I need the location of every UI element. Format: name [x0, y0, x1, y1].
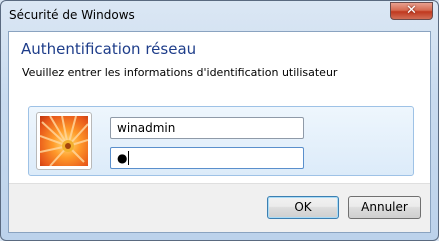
- credential-tile[interactable]: winadmin ●: [28, 106, 414, 176]
- ok-button[interactable]: OK: [267, 196, 339, 219]
- close-icon: ✕: [406, 3, 417, 18]
- close-button[interactable]: ✕: [390, 2, 433, 20]
- window-title: Sécurité de Windows: [9, 8, 135, 22]
- dialog-content: Authentification réseau Veuillez entrer …: [8, 31, 431, 233]
- dialog-instructions: Veuillez entrer les informations d'ident…: [22, 66, 338, 79]
- username-field[interactable]: winadmin: [110, 117, 304, 139]
- cancel-button[interactable]: Annuler: [348, 196, 421, 219]
- dialog-footer: OK Annuler: [9, 183, 430, 232]
- dialog-heading: Authentification réseau: [21, 40, 197, 58]
- user-picture-flower-icon: [36, 112, 92, 170]
- title-bar[interactable]: Sécurité de Windows ✕: [1, 1, 438, 31]
- security-dialog-window: Sécurité de Windows ✕ Authentification r…: [0, 0, 439, 241]
- text-caret: [128, 151, 130, 165]
- password-mask: ●: [117, 151, 128, 165]
- password-field[interactable]: ●: [110, 147, 304, 169]
